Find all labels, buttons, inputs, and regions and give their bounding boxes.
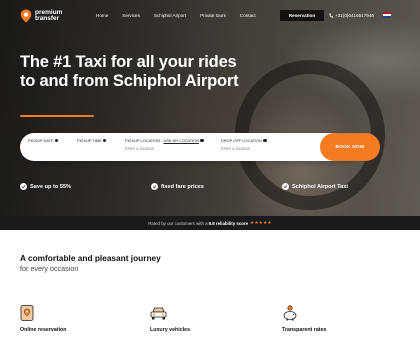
top-nav: premium transfer Home Services Schiphol … (0, 0, 420, 32)
dropoff-location-input[interactable]: Enter a location (221, 146, 267, 151)
feature-save: Save up to 55% (20, 183, 71, 190)
card-transparent-rates: Transparent rates (282, 327, 327, 333)
booking-search-bar: PICKUP DATE PICKUP TIME PICKUP LOCATION … (20, 133, 380, 161)
section-title: A comfortable and pleasant journey (20, 253, 161, 263)
pickup-location-label: PICKUP LOCATION - (125, 138, 163, 143)
rating-bar: Rated by our customers with a 9.8 reliab… (0, 216, 420, 230)
feature-label: Save up to 55% (30, 183, 72, 190)
phone-icon (329, 13, 333, 18)
check-circle-icon (282, 183, 289, 190)
check-circle-icon (151, 183, 158, 190)
pickup-date-field[interactable]: PICKUP DATE (28, 138, 59, 143)
nav-link-home[interactable]: Home (96, 13, 108, 18)
nav-link-services[interactable]: Services (122, 13, 140, 18)
card-online-reservation: Online reservation (20, 327, 67, 333)
reservation-button[interactable]: Reservation (280, 10, 324, 21)
title-underline (20, 115, 94, 117)
nav-link-private-tours[interactable]: Private tours (200, 13, 226, 18)
info-icon (200, 138, 204, 143)
phone-location-icon (20, 305, 34, 321)
feature-label: fixed fare prices (161, 183, 204, 190)
feature-schiphol-taxi: Schiphol Airport Taxi (282, 183, 348, 190)
pickup-time-label: PICKUP TIME (77, 138, 102, 143)
rating-score: 9.8 reliability score (208, 220, 249, 226)
phone-number: +31(0)6416517946 (335, 13, 374, 18)
dutch-flag-icon[interactable] (383, 12, 391, 18)
use-my-location-link[interactable]: USE MY LOCATION (163, 138, 199, 143)
pickup-location-input[interactable]: Enter a location (125, 146, 204, 151)
nav-link-schiphol-airport[interactable]: Schiphol Airport (154, 13, 186, 18)
phone-link[interactable]: +31(0)6416517946 (329, 13, 374, 18)
feature-label: Schiphol Airport Taxi (292, 183, 348, 190)
section-subtitle: for every occasion (20, 264, 79, 273)
hero-section: premium transfer Home Services Schiphol … (0, 0, 420, 230)
info-icon (102, 138, 107, 143)
info-icon (263, 138, 267, 143)
logo-text: premium transfer (35, 9, 63, 22)
dropoff-location-label: DROP-OFF LOCATION (221, 138, 262, 143)
piggy-bank-icon (283, 305, 297, 321)
pickup-time-field[interactable]: PICKUP TIME (77, 138, 107, 143)
check-circle-icon (20, 183, 27, 190)
car-icon (150, 307, 167, 320)
card-luxury-vehicles: Luxury vehicles (150, 327, 191, 333)
pickup-date-label: PICKUP DATE (28, 138, 54, 143)
info-icon (54, 138, 59, 143)
pickup-location-field[interactable]: PICKUP LOCATION - USE MY LOCATION Enter … (125, 138, 204, 151)
hero-title: The #1 Taxi for all your rides to and fr… (20, 53, 239, 90)
nav-link-contact[interactable]: Contact (240, 13, 256, 18)
logo-pin-icon (20, 9, 32, 23)
star-rating-icon: ★★★★★ (250, 220, 272, 225)
book-now-button[interactable]: BOOK NOW (320, 133, 380, 161)
feature-fixed-fare: fixed fare prices (151, 183, 204, 190)
dropoff-location-field[interactable]: DROP-OFF LOCATION Enter a location (221, 138, 267, 151)
logo[interactable]: premium transfer (20, 9, 75, 23)
nav-links: Home Services Schiphol Airport Private t… (96, 13, 270, 18)
rating-prefix: Rated by our customers with a (148, 220, 208, 226)
